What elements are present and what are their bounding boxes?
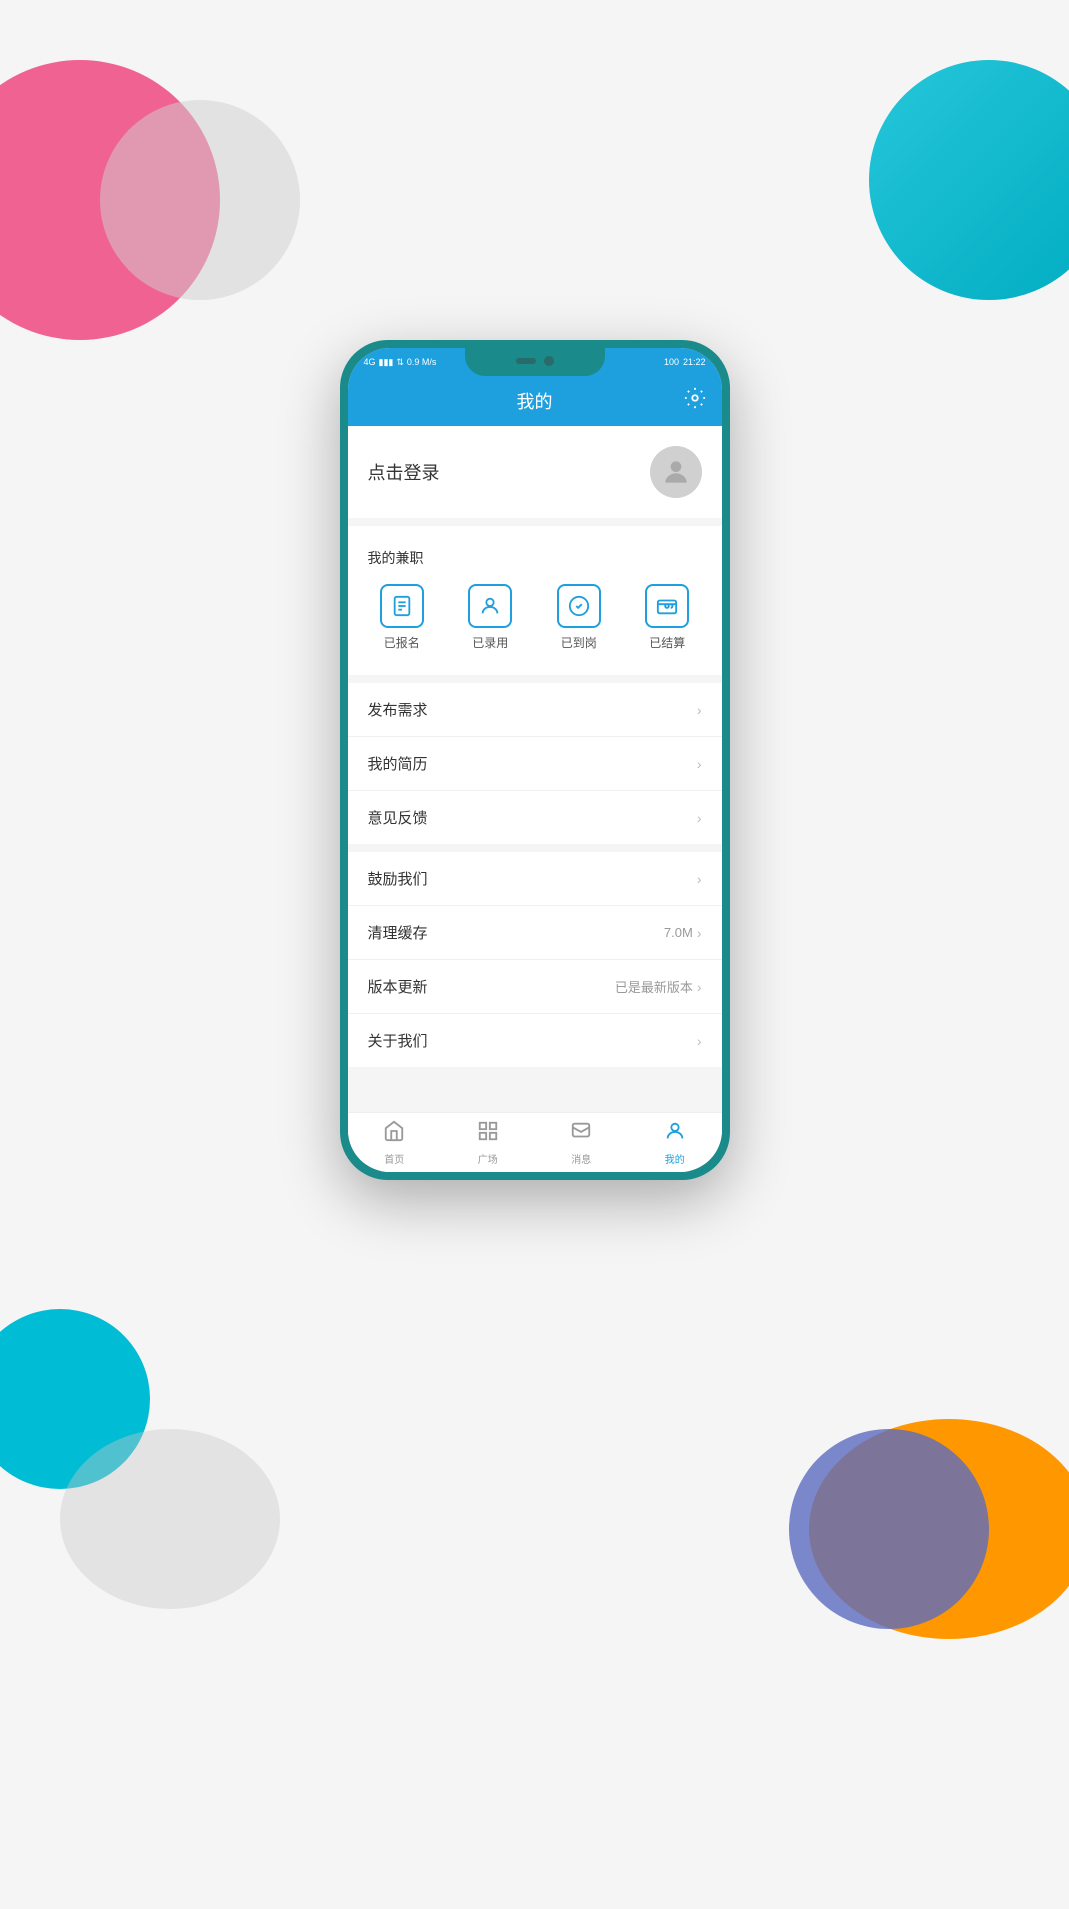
parttime-applied[interactable]: 已报名 — [380, 584, 424, 651]
phone-screen: 4G ▮▮▮ ⇅ 0.9 M/s 100 21:22 我的 — [348, 348, 722, 1172]
bg-circle-gray-top — [100, 100, 300, 300]
page-title: 我的 — [517, 388, 553, 414]
menu-update-label: 版本更新 — [368, 976, 428, 997]
menu-section: 发布需求 › 我的简历 › 意见反馈 › — [348, 683, 722, 844]
menu-feedback-right: › — [697, 810, 702, 826]
settled-icon — [645, 584, 689, 628]
settings-button[interactable] — [684, 387, 706, 415]
menu-encourage-label: 鼓励我们 — [368, 868, 428, 889]
menu-cache-right: 7.0M › — [664, 925, 702, 941]
nav-plaza-label: 广场 — [478, 1151, 498, 1166]
menu-update-right: 已是最新版本 › — [615, 977, 702, 996]
menu-feedback-label: 意见反馈 — [368, 807, 428, 828]
chevron-icon: › — [697, 1033, 702, 1049]
parttime-settled[interactable]: 已结算 — [645, 584, 689, 651]
menu-update[interactable]: 版本更新 已是最新版本 › — [348, 960, 722, 1014]
applied-label: 已报名 — [384, 634, 420, 651]
menu-cache-label: 清理缓存 — [368, 922, 428, 943]
home-icon — [383, 1120, 405, 1148]
signal-4g: 4G — [364, 357, 376, 367]
menu-feedback[interactable]: 意见反馈 › — [348, 791, 722, 844]
speed-indicator: 0.9 M/s — [407, 357, 437, 367]
hired-label: 已录用 — [472, 634, 508, 651]
time-display: 21:22 — [683, 357, 706, 367]
bg-circle-gray-bottom — [60, 1429, 280, 1609]
plaza-icon — [477, 1120, 499, 1148]
app-content: 点击登录 我的兼职 — [348, 426, 722, 1112]
signal-bars: ▮▮▮ — [379, 357, 394, 368]
nav-plaza[interactable]: 广场 — [441, 1114, 535, 1172]
nav-messages[interactable]: 消息 — [535, 1114, 629, 1172]
status-right: 100 21:22 — [664, 357, 706, 367]
parttime-section: 我的兼职 已报名 — [348, 526, 722, 675]
menu-about-label: 关于我们 — [368, 1030, 428, 1051]
menu-resume-label: 我的简历 — [368, 753, 428, 774]
notch-sensor — [516, 358, 536, 364]
messages-icon — [570, 1120, 592, 1148]
bg-circle-teal-top — [869, 60, 1069, 300]
parttime-label: 我的兼职 — [348, 534, 722, 576]
menu-cache[interactable]: 清理缓存 7.0M › — [348, 906, 722, 960]
bottom-nav: 首页 广场 — [348, 1112, 722, 1172]
login-section[interactable]: 点击登录 — [348, 426, 722, 518]
cache-size: 7.0M — [664, 925, 693, 940]
notch-camera — [544, 356, 554, 366]
menu-publish-label: 发布需求 — [368, 699, 428, 720]
nav-home-label: 首页 — [384, 1151, 404, 1166]
login-text: 点击登录 — [368, 459, 440, 485]
bg-circle-pink — [0, 60, 220, 340]
phone-frame: 4G ▮▮▮ ⇅ 0.9 M/s 100 21:22 我的 — [340, 340, 730, 1180]
hired-icon — [468, 584, 512, 628]
menu-resume-right: › — [697, 756, 702, 772]
nav-home[interactable]: 首页 — [348, 1114, 442, 1172]
chevron-icon: › — [697, 810, 702, 826]
avatar — [650, 446, 702, 498]
menu-about-right: › — [697, 1033, 702, 1049]
update-status: 已是最新版本 — [615, 977, 693, 996]
chevron-icon: › — [697, 702, 702, 718]
mine-icon — [664, 1120, 686, 1148]
bg-circle-cyan-left — [0, 1309, 150, 1489]
menu-publish[interactable]: 发布需求 › — [348, 683, 722, 737]
menu-resume[interactable]: 我的简历 › — [348, 737, 722, 791]
menu-publish-right: › — [697, 702, 702, 718]
status-left: 4G ▮▮▮ ⇅ 0.9 M/s — [364, 357, 437, 368]
chevron-icon: › — [697, 925, 702, 941]
parttime-icons-row: 已报名 已录用 — [348, 576, 722, 659]
nav-mine[interactable]: 我的 — [628, 1114, 722, 1172]
battery-indicator: 100 — [664, 357, 679, 367]
chevron-icon: › — [697, 871, 702, 887]
menu-encourage[interactable]: 鼓励我们 › — [348, 852, 722, 906]
arrived-label: 已到岗 — [561, 634, 597, 651]
nav-mine-label: 我的 — [665, 1151, 685, 1166]
menu-section-2: 鼓励我们 › 清理缓存 7.0M › 版本更新 — [348, 852, 722, 1067]
chevron-icon: › — [697, 756, 702, 772]
parttime-hired[interactable]: 已录用 — [468, 584, 512, 651]
phone-container: 4G ▮▮▮ ⇅ 0.9 M/s 100 21:22 我的 — [340, 340, 730, 1180]
settled-label: 已结算 — [649, 634, 685, 651]
arrived-icon — [557, 584, 601, 628]
phone-notch — [465, 348, 605, 376]
parttime-arrived[interactable]: 已到岗 — [557, 584, 601, 651]
chevron-icon: › — [697, 979, 702, 995]
menu-encourage-right: › — [697, 871, 702, 887]
nav-messages-label: 消息 — [571, 1151, 591, 1166]
wifi-icon: ⇅ — [396, 357, 404, 368]
app-header: 我的 — [348, 376, 722, 426]
menu-about[interactable]: 关于我们 › — [348, 1014, 722, 1067]
bg-circle-orange — [809, 1419, 1069, 1639]
bg-circle-blue — [789, 1429, 989, 1629]
applied-icon — [380, 584, 424, 628]
